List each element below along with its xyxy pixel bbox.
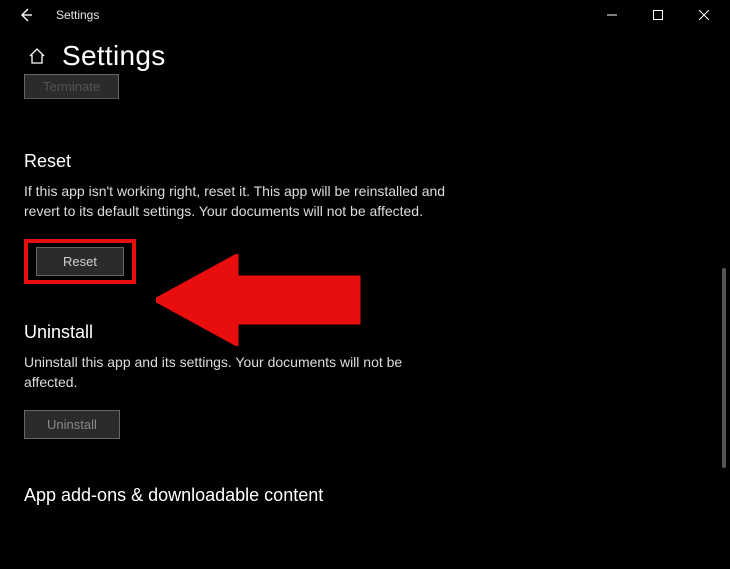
minimize-icon bbox=[607, 10, 617, 20]
page-title: Settings bbox=[62, 40, 166, 72]
home-button[interactable] bbox=[26, 45, 48, 67]
scrollbar-thumb[interactable] bbox=[722, 268, 726, 468]
home-icon bbox=[27, 46, 47, 66]
annotation-arrow bbox=[156, 254, 366, 346]
arrow-left-icon bbox=[18, 7, 34, 23]
minimize-button[interactable] bbox=[590, 1, 634, 29]
terminate-row: Terminate bbox=[24, 80, 706, 105]
maximize-button[interactable] bbox=[636, 1, 680, 29]
terminate-button[interactable]: Terminate bbox=[24, 74, 119, 99]
window-title: Settings bbox=[56, 8, 99, 22]
addons-section: App add-ons & downloadable content bbox=[24, 485, 706, 506]
uninstall-description: Uninstall this app and its settings. You… bbox=[24, 353, 454, 392]
arrow-left-large-icon bbox=[156, 254, 366, 346]
uninstall-button[interactable]: Uninstall bbox=[24, 410, 120, 439]
addons-heading: App add-ons & downloadable content bbox=[24, 485, 706, 506]
page-header: Settings bbox=[0, 30, 730, 76]
titlebar: Settings bbox=[0, 0, 730, 30]
reset-button[interactable]: Reset bbox=[36, 247, 124, 276]
window-controls bbox=[590, 1, 726, 29]
reset-heading: Reset bbox=[24, 151, 706, 172]
back-button[interactable] bbox=[14, 3, 38, 27]
reset-description: If this app isn't working right, reset i… bbox=[24, 182, 454, 221]
close-button[interactable] bbox=[682, 1, 726, 29]
reset-highlight: Reset bbox=[24, 239, 136, 284]
maximize-icon bbox=[653, 10, 663, 20]
close-icon bbox=[699, 10, 709, 20]
